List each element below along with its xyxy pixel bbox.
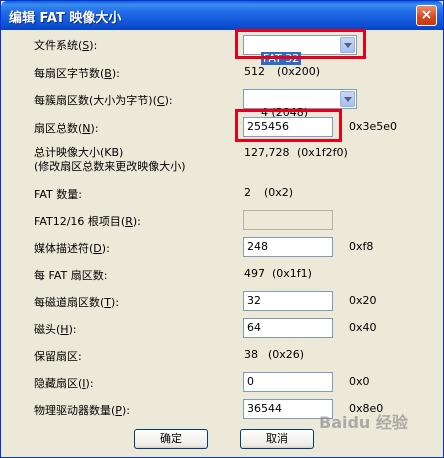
highlight-box-file-system	[235, 29, 366, 59]
sectors-per-track-input[interactable]: 32	[243, 291, 333, 311]
heads-label: 磁头(H):	[34, 323, 77, 336]
watermark: Baidu 经验	[319, 413, 408, 432]
close-button[interactable]: ×	[416, 5, 437, 26]
hidden-sectors-label: 隐藏扇区(I):	[34, 377, 94, 390]
title-bar[interactable]: 编辑 FAT 映像大小 ×	[1, 1, 443, 30]
bytes-per-sector-label: 每扇区字节数(B):	[34, 67, 120, 80]
cancel-button[interactable]: 取消	[240, 429, 314, 449]
sectors-per-track-label: 每磁道扇区数(T):	[34, 296, 120, 309]
heads-input[interactable]: 64	[243, 318, 333, 338]
bytes-per-sector-hex: (0x200)	[277, 65, 321, 78]
image-size-value: 127,728	[244, 146, 290, 159]
root-entries-input[interactable]	[243, 210, 333, 230]
sectors-per-cluster-label: 每簇扇区数(大小为字节)(C):	[34, 94, 173, 107]
reserved-sectors-label: 保留扇区:	[34, 350, 82, 363]
sectors-per-fat-value: 497	[244, 267, 265, 280]
highlight-box-total-sectors	[235, 109, 342, 142]
media-descriptor-hex: 0xf8	[349, 240, 374, 253]
fat-count-value: 2	[244, 186, 251, 199]
drive-number-label: 物理驱动器数量(P):	[34, 404, 130, 417]
ok-button[interactable]: 确定	[134, 429, 208, 449]
total-sectors-hex: 0x3e5e0	[349, 120, 398, 133]
media-descriptor-label: 媒体描述符(D):	[34, 242, 110, 255]
heads-hex: 0x40	[349, 321, 377, 334]
file-system-label: 文件系统(S):	[34, 39, 98, 52]
sectors-per-track-hex: 0x20	[349, 294, 377, 307]
sectors-per-fat-label: 每 FAT 扇区数:	[34, 269, 108, 282]
edit-fat-image-size-dialog: 编辑 FAT 映像大小 × 文件系统(S): FAT 32 每扇区字节数(B):…	[0, 0, 444, 458]
media-descriptor-input[interactable]: 248	[243, 237, 333, 257]
image-size-hex: (0x1f2f0)	[297, 146, 348, 159]
hidden-sectors-input[interactable]: 0	[243, 372, 333, 392]
sectors-per-cluster-select[interactable]: 4 (2048)	[243, 89, 357, 119]
fat-count-hex: (0x2)	[264, 186, 294, 199]
fat-count-label: FAT 数量:	[34, 188, 82, 201]
reserved-sectors-hex: (0x26)	[268, 348, 305, 361]
hidden-sectors-hex: 0x0	[349, 375, 370, 388]
image-size-label-line2: (修改扇区总数来更改映像大小)	[34, 160, 186, 173]
window-title: 编辑 FAT 映像大小	[9, 11, 122, 26]
total-sectors-label: 扇区总数(N):	[34, 122, 99, 135]
bytes-per-sector-value: 512	[244, 65, 265, 78]
chevron-down-icon[interactable]	[340, 91, 355, 107]
sectors-per-fat-hex: (0x1f1)	[272, 267, 312, 280]
reserved-sectors-value: 38	[244, 348, 258, 361]
root-entries-label: FAT12/16 根项目(R):	[34, 215, 141, 228]
